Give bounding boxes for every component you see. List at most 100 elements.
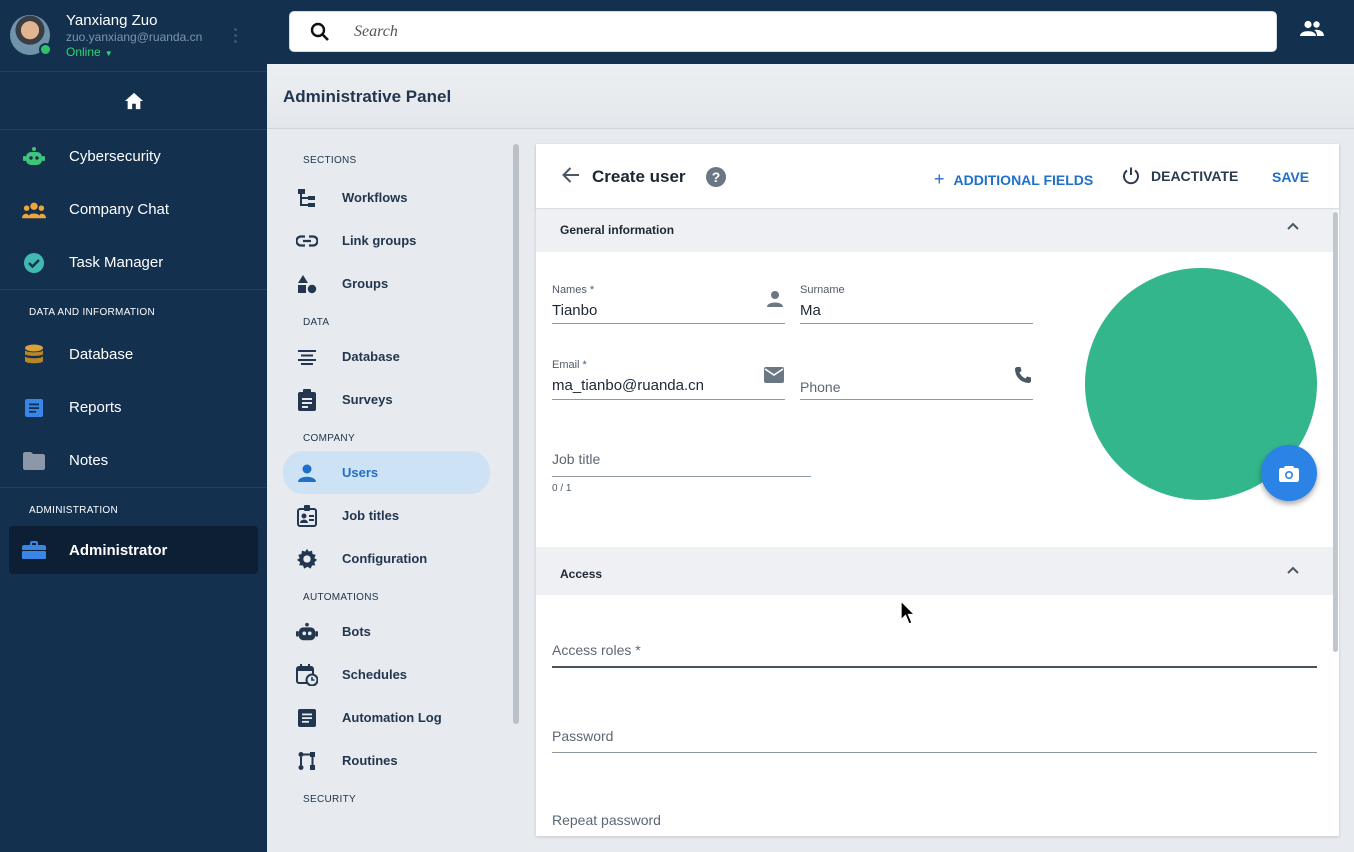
section-item-database[interactable]: Database <box>267 335 522 378</box>
upload-photo-button[interactable] <box>1261 445 1317 501</box>
section-item-job-titles[interactable]: Job titles <box>267 494 522 537</box>
surname-field[interactable]: Surname Ma <box>800 284 1033 324</box>
person-icon <box>767 291 783 307</box>
scrollbar[interactable] <box>1333 212 1338 652</box>
deactivate-button[interactable]: DEACTIVATE <box>1122 167 1238 185</box>
section-label: Database <box>342 349 400 364</box>
caret-down-icon: ▼ <box>104 49 113 58</box>
repeat-password-field[interactable]: Repeat password <box>552 806 1317 836</box>
phone-placeholder: Phone <box>800 379 841 395</box>
email-value: ma_tianbo@ruanda.cn <box>552 377 704 394</box>
names-label: Names * <box>552 284 595 296</box>
nav-item-administrator[interactable]: Administrator <box>9 526 258 574</box>
nav-item-task-manager[interactable]: Task Manager <box>0 236 267 289</box>
section-item-routines[interactable]: Routines <box>267 739 522 782</box>
profile-name: Yanxiang Zuo <box>66 12 158 29</box>
access-roles-placeholder: Access roles * <box>552 642 641 658</box>
home-icon <box>124 92 143 109</box>
search-input[interactable] <box>354 20 1234 44</box>
card-header: Create user ? + ADDITIONAL FIELDS DEACTIV… <box>536 144 1339 209</box>
folder-icon <box>22 449 46 473</box>
nav-item-company-chat[interactable]: Company Chat <box>0 183 267 236</box>
nav-heading-administration: ADMINISTRATION <box>29 505 119 516</box>
card-title: Create user <box>592 167 686 186</box>
plus-icon: + <box>934 169 945 189</box>
sections-nav: SECTIONS Workflows Link groups Groups DA… <box>267 130 522 852</box>
workflow-icon <box>296 187 318 209</box>
create-user-card: Create user ? + ADDITIONAL FIELDS DEACTIV… <box>536 144 1339 836</box>
shapes-icon <box>296 273 318 295</box>
nav-item-reports[interactable]: Reports <box>0 381 267 434</box>
check-circle-icon <box>22 251 46 275</box>
back-arrow-icon[interactable] <box>561 166 581 184</box>
section-heading-sections: SECTIONS <box>303 155 357 166</box>
job-title-field[interactable]: Job title <box>552 444 811 477</box>
nav-label: Task Manager <box>69 254 164 271</box>
email-field[interactable]: Email * ma_tianbo@ruanda.cn <box>552 359 785 400</box>
nav-label: Cybersecurity <box>69 148 161 165</box>
home-button[interactable] <box>0 72 267 130</box>
nav-label: Reports <box>69 399 122 416</box>
status-dropdown[interactable]: Online ▼ <box>66 45 113 59</box>
nav-label: Notes <box>69 452 109 469</box>
search-bar[interactable] <box>289 11 1277 52</box>
section-item-automation-log[interactable]: Automation Log <box>267 696 522 739</box>
section-item-bots[interactable]: Bots <box>267 610 522 653</box>
section-item-configuration[interactable]: Configuration <box>267 537 522 580</box>
repeat-password-placeholder: Repeat password <box>552 812 661 828</box>
more-vertical-icon[interactable] <box>234 28 238 44</box>
scrollbar[interactable] <box>513 144 519 724</box>
user-profile[interactable]: Yanxiang Zuo zuo.yanxiang@ruanda.cn Onli… <box>0 0 267 72</box>
password-field[interactable]: Password <box>552 722 1317 753</box>
person-icon <box>296 462 318 484</box>
nav-item-notes[interactable]: Notes <box>0 434 267 487</box>
character-counter: 0 / 1 <box>552 483 572 494</box>
section-item-workflows[interactable]: Workflows <box>267 176 522 219</box>
section-item-groups[interactable]: Groups <box>267 262 522 305</box>
log-icon <box>296 707 318 729</box>
names-value: Tianbo <box>552 302 598 319</box>
search-icon <box>310 22 329 41</box>
section-label: Configuration <box>342 551 428 566</box>
section-item-schedules[interactable]: Schedules <box>267 653 522 696</box>
online-indicator <box>39 43 52 56</box>
mail-icon <box>764 367 784 383</box>
section-item-surveys[interactable]: Surveys <box>267 378 522 421</box>
names-field[interactable]: Names * Tianbo <box>552 284 785 324</box>
nav-label: Database <box>69 346 134 363</box>
general-information-header[interactable]: General information <box>536 210 1334 252</box>
top-bar <box>267 0 1354 64</box>
section-label: Groups <box>342 276 389 291</box>
database-icon <box>22 343 46 367</box>
access-header[interactable]: Access <box>536 547 1334 595</box>
section-title: Access <box>560 567 603 581</box>
report-icon <box>22 396 46 420</box>
section-item-link-groups[interactable]: Link groups <box>267 219 522 262</box>
section-label: Job titles <box>342 508 400 523</box>
surname-value: Ma <box>800 302 821 319</box>
power-icon <box>1123 167 1139 185</box>
button-label: DEACTIVATE <box>1151 168 1239 184</box>
additional-fields-button[interactable]: + ADDITIONAL FIELDS <box>934 169 1093 190</box>
calendar-clock-icon <box>296 663 318 686</box>
camera-icon <box>1279 465 1299 482</box>
phone-field[interactable]: Phone <box>800 359 1033 400</box>
section-heading-company: COMPANY <box>303 433 355 444</box>
contacts-icon[interactable] <box>1300 20 1324 36</box>
people-icon <box>22 198 46 222</box>
email-label: Email * <box>552 359 587 371</box>
nav-label: Company Chat <box>69 201 170 218</box>
robot-icon <box>296 621 318 643</box>
help-icon[interactable]: ? <box>706 167 726 187</box>
nav-item-cybersecurity[interactable]: Cybersecurity <box>0 130 267 183</box>
section-item-users[interactable]: Users <box>283 451 490 494</box>
access-roles-select[interactable]: Access roles * <box>552 634 1317 668</box>
page-title: Administrative Panel <box>267 64 1354 129</box>
save-button[interactable]: SAVE <box>1272 169 1309 185</box>
section-label: Bots <box>342 624 371 639</box>
main-area: Administrative Panel SECTIONS Workflows … <box>267 64 1354 852</box>
clipboard-icon <box>296 388 318 411</box>
section-heading-data: DATA <box>303 317 330 328</box>
nav-item-database[interactable]: Database <box>0 328 267 381</box>
mouse-cursor-icon <box>900 600 916 625</box>
